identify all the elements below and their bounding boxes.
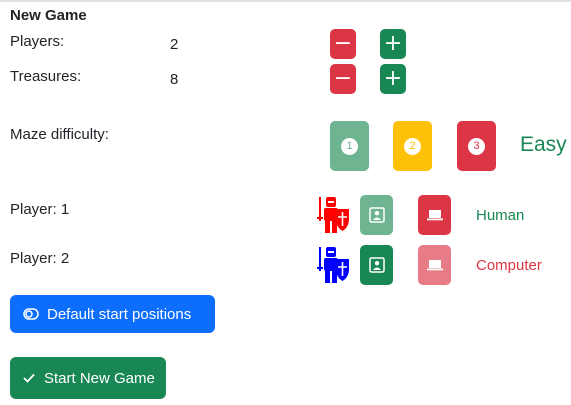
player-2-computer-button[interactable] (418, 245, 451, 285)
player-2-label: Player: 2 (10, 250, 70, 267)
person-photo-icon (368, 257, 385, 273)
players-decrement-button[interactable]: − (330, 29, 356, 59)
person-photo-icon (368, 207, 385, 223)
difficulty-level-1-label: 1 (341, 137, 358, 155)
player-2-type: Computer (476, 257, 542, 274)
treasures-decrement-button[interactable]: − (330, 64, 356, 94)
treasures-label: Treasures: (10, 68, 82, 85)
players-label: Players: (10, 33, 65, 50)
default-start-positions-label: Default start positions (47, 305, 192, 323)
players-value: 2 (170, 36, 179, 53)
player-1-human-button[interactable] (360, 195, 393, 235)
treasures-increment-button[interactable]: + (380, 64, 406, 94)
start-new-game-label: Start New Game (44, 369, 155, 387)
players-increment-button[interactable]: + (380, 29, 406, 59)
check-icon (23, 373, 35, 383)
difficulty-level-2-label: 2 (404, 137, 421, 155)
difficulty-level-3-button[interactable]: 3 (457, 121, 496, 171)
difficulty-current-text: Easy (520, 133, 567, 156)
difficulty-level-1-button[interactable]: 1 (330, 121, 369, 171)
player-1-label: Player: 1 (10, 201, 70, 218)
start-new-game-button[interactable]: Start New Game (10, 357, 166, 399)
laptop-icon (426, 260, 443, 271)
plus-icon: + (383, 31, 403, 56)
minus-icon: − (333, 66, 353, 91)
toggle-icon (23, 308, 39, 320)
knight-icon (317, 247, 349, 283)
top-border (0, 0, 571, 2)
default-start-positions-button[interactable]: Default start positions (10, 295, 215, 333)
player-2-human-button[interactable] (360, 245, 393, 285)
plus-icon: + (383, 66, 403, 91)
knight-icon (317, 197, 349, 233)
difficulty-level-3-label: 3 (468, 137, 485, 155)
laptop-icon (426, 210, 443, 221)
maze-difficulty-label: Maze difficulty: (10, 126, 109, 143)
player-1-computer-button[interactable] (418, 195, 451, 235)
minus-icon: − (333, 31, 353, 56)
difficulty-level-2-button[interactable]: 2 (393, 121, 432, 171)
player-1-type: Human (476, 207, 525, 224)
page-title: New Game (10, 7, 87, 24)
treasures-value: 8 (170, 71, 179, 88)
